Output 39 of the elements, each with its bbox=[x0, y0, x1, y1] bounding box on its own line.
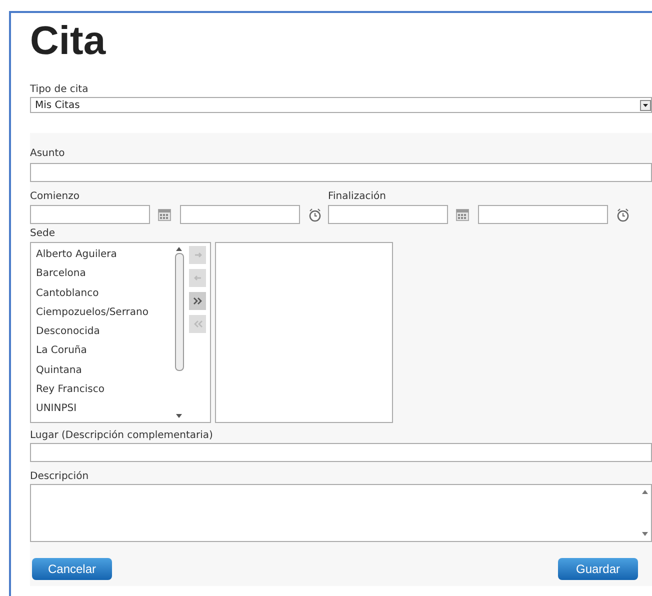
move-button[interactable] bbox=[189, 292, 206, 310]
calendar-icon[interactable] bbox=[456, 208, 469, 220]
list-item[interactable]: La Coruña bbox=[33, 341, 171, 361]
field-label: Sede bbox=[30, 227, 56, 241]
input-field[interactable] bbox=[30, 443, 652, 462]
list-item[interactable]: Barcelona bbox=[33, 264, 171, 284]
list-item[interactable]: Desconocida bbox=[33, 322, 171, 342]
clock-icon[interactable] bbox=[308, 208, 322, 222]
double-arrow-right-icon bbox=[192, 295, 204, 307]
save-button[interactable]: Guardar bbox=[558, 558, 638, 580]
input-field[interactable] bbox=[30, 163, 652, 182]
double-arrow-left-icon bbox=[192, 318, 204, 330]
scroll-up-icon[interactable] bbox=[642, 490, 648, 494]
field-label: Finalización bbox=[328, 190, 387, 204]
scroll-down-icon[interactable] bbox=[642, 532, 648, 536]
text-area[interactable] bbox=[30, 484, 652, 542]
field-label: Descripción bbox=[30, 470, 90, 484]
scroll-up-icon[interactable] bbox=[176, 247, 182, 251]
list-item[interactable]: Rey Francisco bbox=[33, 380, 171, 400]
field-label: Lugar (Descripción complementaria) bbox=[30, 429, 214, 443]
field-label: Comienzo bbox=[30, 190, 80, 204]
input-field[interactable] bbox=[478, 205, 608, 224]
input-field[interactable] bbox=[30, 205, 150, 224]
list-item[interactable]: UNINPSI bbox=[33, 399, 171, 419]
field-label: Tipo de cita bbox=[30, 83, 90, 97]
input-field[interactable] bbox=[328, 205, 448, 224]
input-field[interactable] bbox=[180, 205, 300, 224]
clock-icon[interactable] bbox=[616, 208, 630, 222]
list-item[interactable]: Quintana bbox=[33, 360, 171, 380]
cancel-button[interactable]: Cancelar bbox=[32, 558, 112, 580]
dropdown[interactable]: Mis Citas bbox=[30, 97, 652, 113]
list-item[interactable]: Cantoblanco bbox=[33, 284, 171, 303]
list-item[interactable]: Alberto Aguilera bbox=[33, 245, 171, 264]
scrollbar[interactable] bbox=[173, 245, 185, 420]
field-label: Asunto bbox=[30, 147, 66, 161]
page-title: Cita bbox=[30, 19, 107, 63]
scroll-down-icon[interactable] bbox=[176, 414, 182, 418]
calendar-icon[interactable] bbox=[158, 208, 171, 220]
list-item[interactable]: Ciempozuelos/Serrano bbox=[33, 302, 171, 322]
